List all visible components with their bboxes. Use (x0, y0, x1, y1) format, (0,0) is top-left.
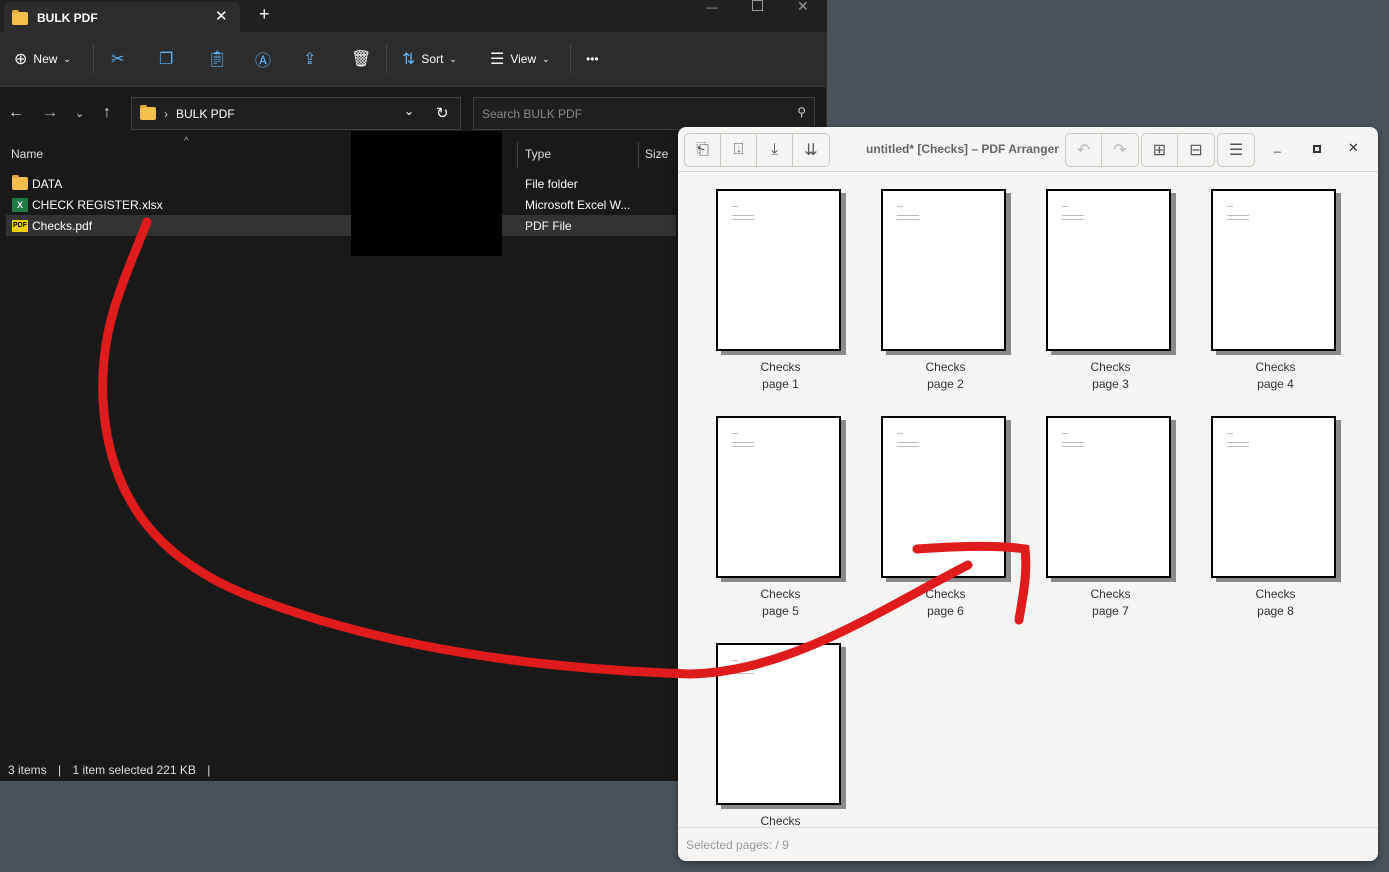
red-arrow-annotation (98, 217, 1031, 679)
